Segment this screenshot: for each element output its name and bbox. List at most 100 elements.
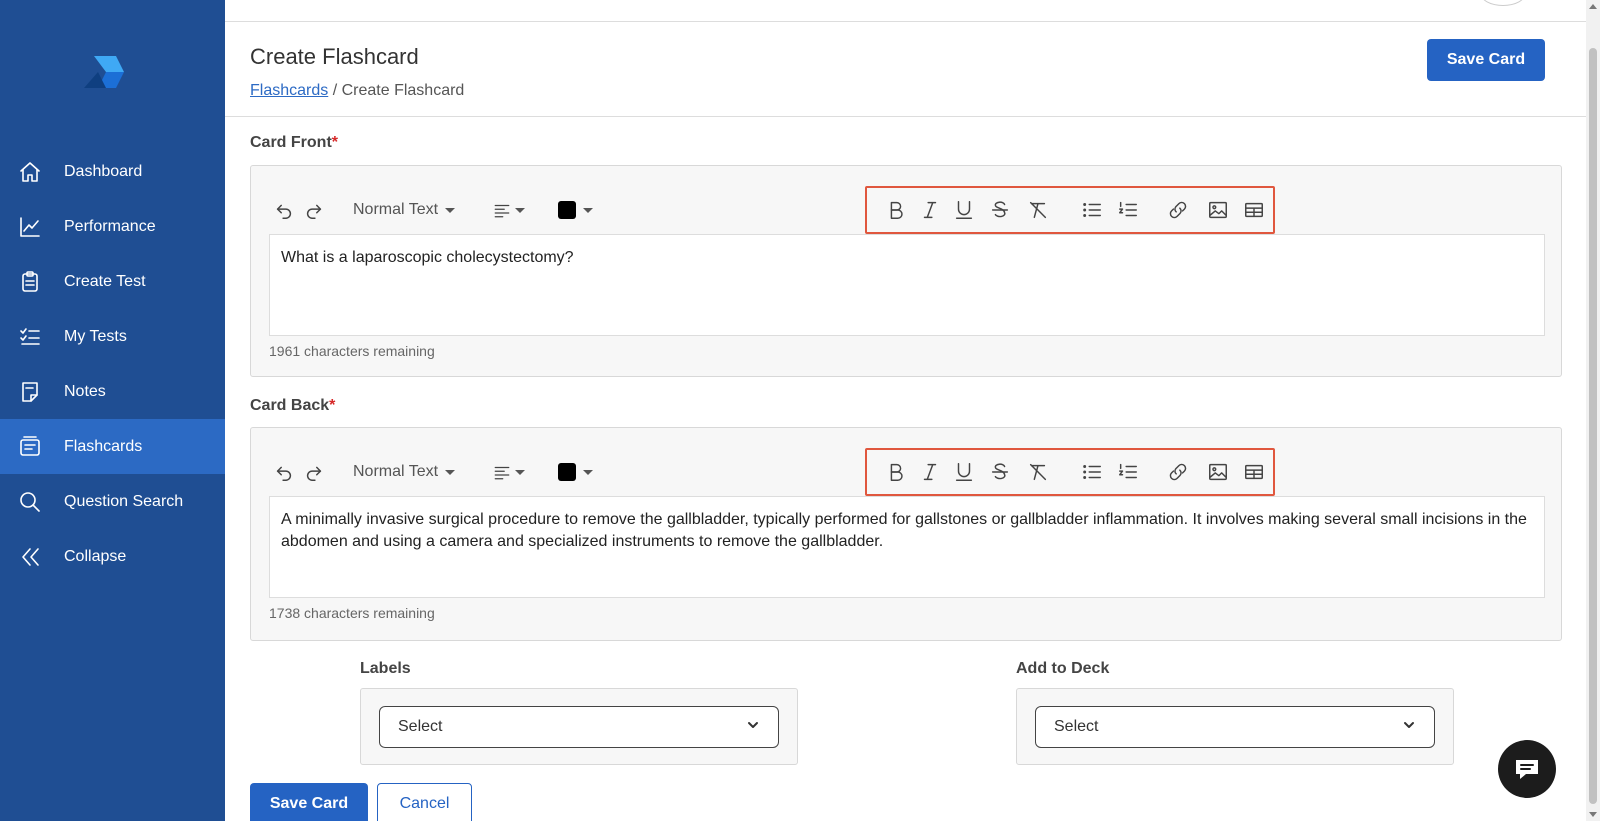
cancel-button[interactable]: Cancel bbox=[377, 783, 472, 821]
add-to-deck-select[interactable]: Select bbox=[1035, 706, 1435, 748]
scrollbar[interactable] bbox=[1586, 0, 1600, 821]
align-dropdown[interactable] bbox=[493, 198, 525, 222]
sidebar-nav: Dashboard Performance Create Test My Tes… bbox=[0, 144, 225, 584]
sidebar-item-notes[interactable]: Notes bbox=[0, 364, 225, 419]
table-icon[interactable] bbox=[1243, 460, 1265, 484]
breadcrumb-separator: / bbox=[328, 82, 342, 99]
clipboard-icon bbox=[18, 270, 42, 294]
table-icon[interactable] bbox=[1243, 198, 1265, 222]
add-to-deck-label: Add to Deck bbox=[1016, 660, 1110, 677]
save-card-button[interactable]: Save Card bbox=[250, 783, 368, 821]
card-back-toolbar: Normal Text bbox=[271, 448, 1275, 496]
card-front-toolbar: Normal Text bbox=[271, 186, 1275, 234]
card-front-label-text: Card Front bbox=[250, 134, 332, 151]
sidebar-item-label: Notes bbox=[64, 382, 106, 400]
card-front-content[interactable]: What is a laparoscopic cholecystectomy? bbox=[269, 234, 1545, 336]
sidebar-item-label: My Tests bbox=[64, 327, 127, 345]
text-style-dropdown[interactable]: Normal Text bbox=[353, 198, 456, 222]
app-logo[interactable] bbox=[80, 52, 126, 92]
required-mark: * bbox=[329, 397, 336, 414]
bullet-list-icon[interactable] bbox=[1081, 198, 1103, 222]
card-back-label: Card Back* bbox=[250, 397, 335, 415]
sidebar-item-question-search[interactable]: Question Search bbox=[0, 474, 225, 529]
clear-format-icon[interactable] bbox=[1027, 198, 1049, 222]
required-mark: * bbox=[331, 134, 339, 151]
card-back-label-text: Card Back bbox=[250, 397, 330, 414]
double-chevron-left-icon bbox=[18, 545, 42, 569]
flashcards-icon bbox=[18, 435, 42, 459]
text-style-dropdown[interactable]: Normal Text bbox=[353, 460, 456, 484]
sidebar-item-label: Create Test bbox=[64, 272, 146, 290]
bold-icon[interactable] bbox=[885, 198, 907, 222]
align-dropdown[interactable] bbox=[493, 460, 525, 484]
card-front-remaining: 1961 characters remaining bbox=[269, 343, 435, 359]
sidebar-item-my-tests[interactable]: My Tests bbox=[0, 309, 225, 364]
strikethrough-icon[interactable] bbox=[989, 198, 1011, 222]
underline-icon[interactable] bbox=[953, 460, 975, 484]
sidebar-item-collapse[interactable]: Collapse bbox=[0, 529, 225, 584]
strikethrough-icon[interactable] bbox=[989, 460, 1011, 484]
checklist-icon bbox=[18, 325, 42, 349]
scroll-thumb[interactable] bbox=[1589, 48, 1597, 804]
chevron-down-icon bbox=[746, 718, 760, 737]
sidebar-item-label: Dashboard bbox=[64, 162, 143, 180]
clear-format-icon[interactable] bbox=[1027, 460, 1049, 484]
text-style-value: Normal Text bbox=[353, 201, 439, 218]
card-front-label: Card Front* bbox=[250, 134, 338, 152]
chat-icon bbox=[1516, 760, 1538, 779]
scroll-down-arrow-icon[interactable] bbox=[1589, 812, 1597, 817]
add-to-deck-panel: Select bbox=[1016, 688, 1454, 765]
caret-down-icon bbox=[515, 469, 525, 475]
redo-icon[interactable] bbox=[303, 198, 325, 222]
card-front-editor: Normal Text What is a laparoscopic chole… bbox=[250, 165, 1562, 377]
image-icon[interactable] bbox=[1207, 198, 1229, 222]
card-back-content[interactable]: A minimally invasive surgical procedure … bbox=[269, 496, 1545, 598]
home-icon bbox=[18, 160, 42, 184]
undo-icon[interactable] bbox=[273, 198, 295, 222]
image-icon[interactable] bbox=[1207, 460, 1229, 484]
top-bar bbox=[225, 0, 1586, 22]
breadcrumb-current: Create Flashcard bbox=[341, 82, 465, 99]
search-icon bbox=[18, 490, 42, 514]
sidebar-item-label: Performance bbox=[64, 217, 156, 235]
italic-icon[interactable] bbox=[919, 460, 941, 484]
text-color-dropdown[interactable] bbox=[558, 198, 593, 222]
card-back-editor: Normal Text A minimally invasive surgica… bbox=[250, 427, 1562, 641]
numbered-list-icon[interactable] bbox=[1117, 198, 1139, 222]
labels-label: Labels bbox=[360, 660, 411, 677]
text-style-value: Normal Text bbox=[353, 463, 439, 480]
sidebar-item-performance[interactable]: Performance bbox=[0, 199, 225, 254]
card-back-remaining: 1738 characters remaining bbox=[269, 605, 435, 621]
note-icon bbox=[18, 380, 42, 404]
breadcrumb-link-flashcards[interactable]: Flashcards bbox=[250, 82, 328, 99]
chat-bubble-button[interactable] bbox=[1498, 740, 1556, 798]
underline-icon[interactable] bbox=[953, 198, 975, 222]
caret-down-icon bbox=[583, 207, 593, 213]
line-chart-icon bbox=[18, 215, 42, 239]
sidebar: Dashboard Performance Create Test My Tes… bbox=[0, 0, 225, 821]
labels-select[interactable]: Select bbox=[379, 706, 779, 748]
caret-down-icon bbox=[515, 207, 525, 213]
color-swatch bbox=[558, 201, 576, 219]
bold-icon[interactable] bbox=[885, 460, 907, 484]
undo-icon[interactable] bbox=[273, 460, 295, 484]
italic-icon[interactable] bbox=[919, 198, 941, 222]
scroll-up-arrow-icon[interactable] bbox=[1589, 4, 1597, 9]
sidebar-item-create-test[interactable]: Create Test bbox=[0, 254, 225, 309]
bullet-list-icon[interactable] bbox=[1081, 460, 1103, 484]
text-color-dropdown[interactable] bbox=[558, 460, 593, 484]
link-icon[interactable] bbox=[1167, 198, 1189, 222]
sidebar-item-dashboard[interactable]: Dashboard bbox=[0, 144, 225, 199]
color-swatch bbox=[558, 463, 576, 481]
breadcrumb: Flashcards / Create Flashcard bbox=[250, 82, 464, 100]
sidebar-item-label: Question Search bbox=[64, 492, 184, 510]
caret-down-icon bbox=[445, 207, 456, 213]
link-icon[interactable] bbox=[1167, 460, 1189, 484]
numbered-list-icon[interactable] bbox=[1117, 460, 1139, 484]
redo-icon[interactable] bbox=[303, 460, 325, 484]
sidebar-item-label: Flashcards bbox=[64, 437, 143, 455]
avatar[interactable] bbox=[1480, 0, 1526, 6]
sidebar-item-label: Collapse bbox=[64, 547, 127, 565]
sidebar-item-flashcards[interactable]: Flashcards bbox=[0, 419, 225, 474]
save-card-button-top[interactable]: Save Card bbox=[1427, 39, 1545, 81]
